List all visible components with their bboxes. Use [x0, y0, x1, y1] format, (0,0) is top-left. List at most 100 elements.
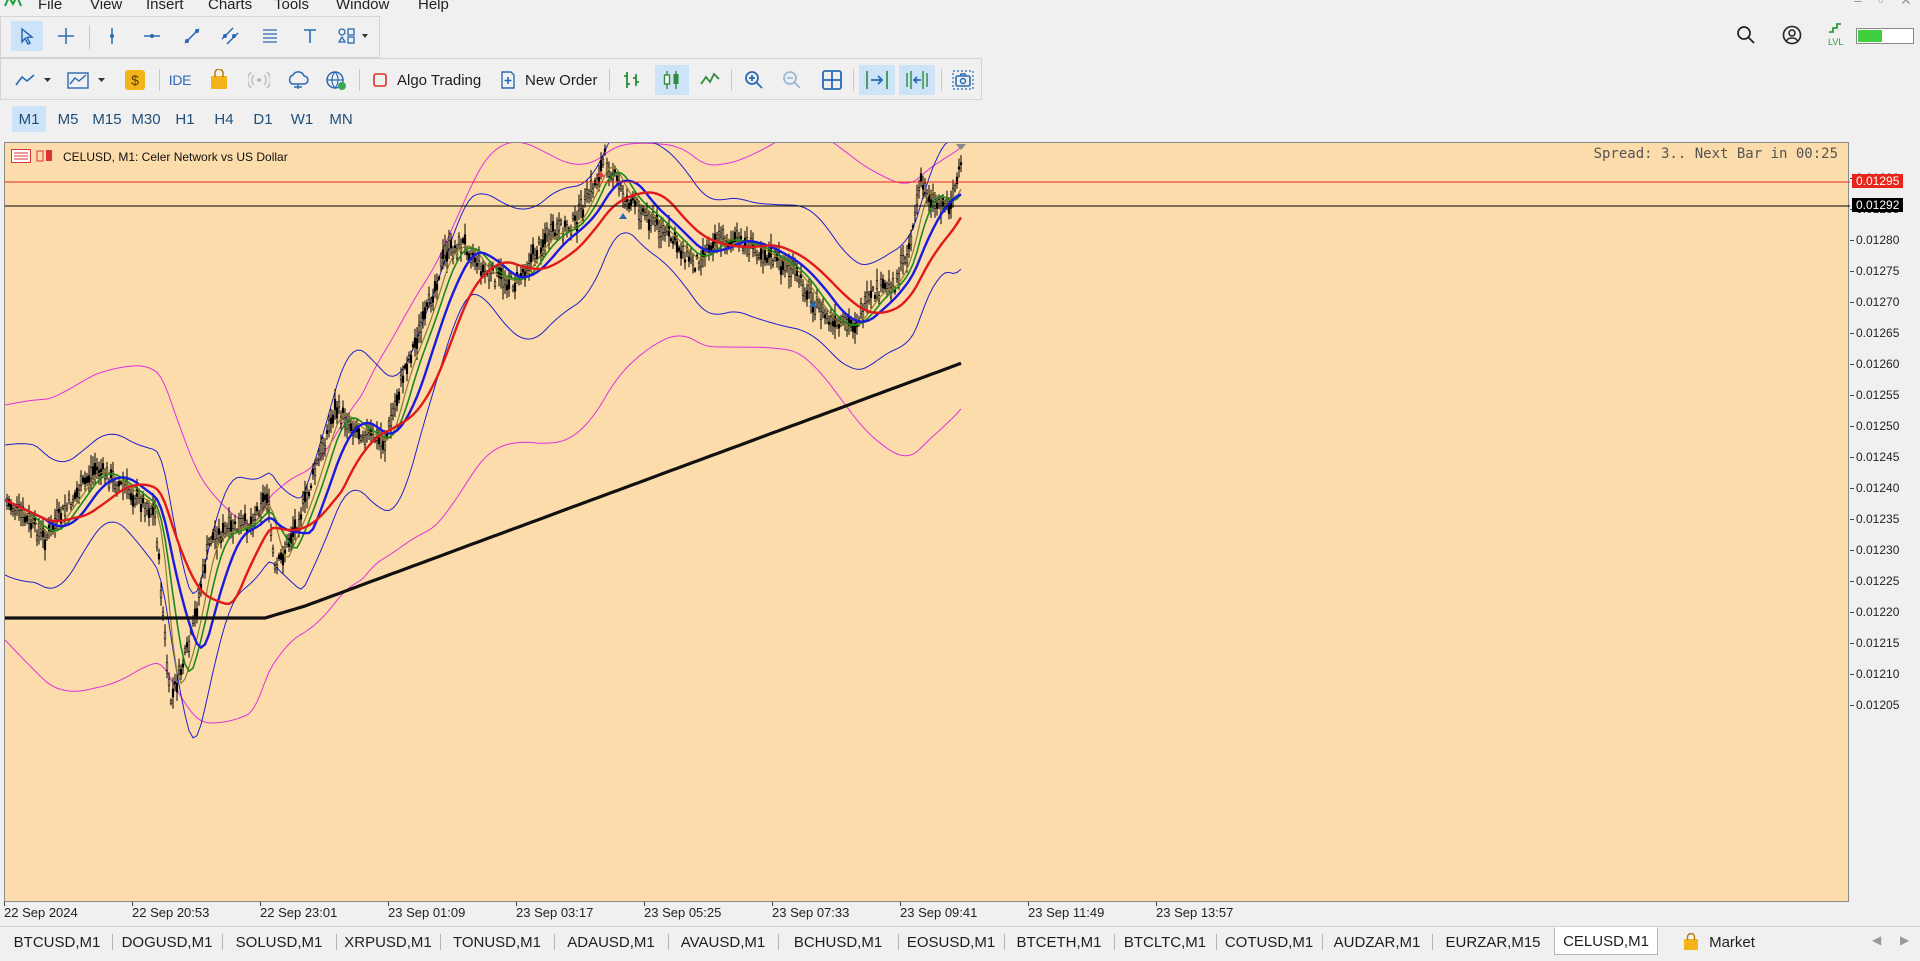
candles — [5, 144, 963, 709]
price-label: 0.01230 — [1856, 543, 1900, 557]
tab-adausd[interactable]: ADAUSD,M1 — [556, 929, 666, 955]
tab-tonusd[interactable]: TONUSD,M1 — [442, 929, 552, 955]
time-axis[interactable]: 22 Sep 2024 22 Sep 20:53 22 Sep 23:01 23 Se… — [4, 902, 1849, 924]
tab-cotusd[interactable]: COTUSD,M1 — [1218, 929, 1320, 955]
text-tool-icon[interactable] — [297, 23, 323, 49]
menu-window[interactable]: Window — [336, 0, 389, 13]
tab-eosusd[interactable]: EOSUSD,M1 — [900, 929, 1002, 955]
autoscroll-icon[interactable] — [859, 65, 895, 95]
chart-type-dropdown-icon[interactable] — [13, 67, 59, 93]
price-tick — [1850, 519, 1854, 520]
cursor-icon[interactable] — [11, 21, 43, 51]
timeframe-mn-button[interactable]: MN — [324, 106, 358, 132]
tile-windows-icon[interactable] — [817, 67, 847, 93]
time-label: 23 Sep 03:17 — [516, 905, 594, 920]
chart-shift-icon[interactable] — [899, 65, 935, 95]
timeframe-m30-button[interactable]: M30 — [129, 106, 163, 132]
menu-tools[interactable]: Tools — [274, 0, 309, 13]
tab-dogusd[interactable]: DOGUSD,M1 — [114, 929, 220, 955]
dollar-icon[interactable]: $ — [121, 67, 149, 93]
chart-menu-icon[interactable] — [11, 149, 31, 163]
bid-price-badge: 0.01292 — [1852, 198, 1904, 212]
timeframe-h1-button[interactable]: H1 — [168, 106, 202, 132]
price-axis[interactable]: 0.012900.012850.012800.012750.012700.012… — [1850, 142, 1920, 902]
market-watch-globe-icon[interactable] — [321, 67, 351, 93]
price-label: 0.01255 — [1856, 388, 1900, 402]
candlestick-chart-icon[interactable] — [655, 65, 689, 95]
tab-btceth[interactable]: BTCETH,M1 — [1006, 929, 1112, 955]
price-label: 0.01275 — [1856, 264, 1900, 278]
market-bag-icon[interactable] — [205, 67, 233, 93]
bar-chart-icon[interactable] — [617, 67, 647, 93]
ma-green — [5, 171, 962, 673]
menu-charts[interactable]: Charts — [208, 0, 252, 13]
chart-shift-marker[interactable] — [956, 144, 966, 150]
time-label: 23 Sep 05:25 — [644, 905, 722, 920]
svg-text:$: $ — [131, 72, 139, 88]
time-label: 23 Sep 11:49 — [1028, 905, 1105, 920]
price-label: 0.01225 — [1856, 574, 1900, 588]
price-tick — [1850, 488, 1854, 489]
horizontal-line-icon[interactable] — [139, 23, 165, 49]
blue-band-upper — [5, 143, 948, 595]
zoom-out-icon[interactable] — [777, 67, 807, 93]
price-tick — [1850, 395, 1854, 396]
signals-icon[interactable] — [245, 67, 273, 93]
search-icon[interactable] — [1736, 25, 1756, 48]
ide-button[interactable]: IDE — [165, 67, 195, 93]
crosshair-icon[interactable] — [53, 23, 79, 49]
menu-bar: File View Insert Charts Tools Window Hel… — [0, 0, 1920, 14]
vertical-line-icon[interactable] — [99, 23, 125, 49]
magenta-band-upper — [5, 143, 962, 525]
vps-cloud-icon[interactable] — [283, 67, 313, 93]
menu-file[interactable]: File — [38, 0, 62, 13]
close-icon[interactable]: ✕ — [1900, 0, 1912, 9]
tab-btcusd[interactable]: BTCUSD,M1 — [4, 929, 110, 955]
zoom-in-icon[interactable] — [739, 67, 769, 93]
tab-eurzar[interactable]: EURZAR,M15 — [1434, 929, 1552, 955]
menu-insert[interactable]: Insert — [146, 0, 184, 13]
account-icon[interactable] — [1782, 25, 1802, 48]
tab-solusd[interactable]: SOLUSD,M1 — [224, 929, 334, 955]
tab-bchusd[interactable]: BCHUSD,M1 — [780, 929, 896, 955]
screenshot-camera-icon[interactable] — [947, 67, 979, 93]
minimize-icon[interactable]: – — [1854, 0, 1862, 8]
tab-celusd[interactable]: CELUSD,M1 — [1554, 927, 1658, 955]
time-label: 22 Sep 2024 — [4, 905, 78, 920]
price-label: 0.01215 — [1856, 636, 1900, 650]
tab-xrpusd[interactable]: XRPUSD,M1 — [338, 929, 438, 955]
timeframe-h4-button[interactable]: H4 — [207, 106, 241, 132]
shapes-dropdown-icon[interactable] — [335, 23, 375, 49]
tab-audzar[interactable]: AUDZAR,M1 — [1324, 929, 1430, 955]
timeframe-m5-button[interactable]: M5 — [51, 106, 85, 132]
menu-help[interactable]: Help — [418, 0, 449, 13]
menu-view[interactable]: View — [90, 0, 122, 13]
chart-candles-icon[interactable] — [35, 149, 55, 163]
fibonacci-icon[interactable] — [257, 23, 283, 49]
chart-window[interactable]: CELUSD, M1: Celer Network vs US Dollar S… — [4, 142, 1850, 903]
ask-price-badge: 0.01295 — [1852, 174, 1904, 188]
price-label: 0.01260 — [1856, 357, 1900, 371]
channel-icon[interactable] — [217, 23, 243, 49]
trendline-icon[interactable] — [179, 23, 205, 49]
price-label: 0.01270 — [1856, 295, 1900, 309]
indicators-dropdown-icon[interactable] — [65, 67, 113, 93]
new-order-button[interactable]: New Order — [497, 67, 603, 93]
restore-icon[interactable]: ▫ — [1878, 0, 1883, 8]
timeframe-d1-button[interactable]: D1 — [246, 106, 280, 132]
tabs-scroll-left-icon[interactable]: ◀ — [1872, 933, 1881, 947]
line-chart-icon[interactable] — [695, 67, 725, 93]
timeframe-w1-button[interactable]: W1 — [285, 106, 319, 132]
tab-market[interactable]: Market — [1664, 929, 1774, 955]
price-tick — [1850, 550, 1854, 551]
tabs-scroll-right-icon[interactable]: ▶ — [1900, 933, 1909, 947]
tab-avausd[interactable]: AVAUSD,M1 — [670, 929, 776, 955]
drawing-toolbar — [0, 16, 380, 58]
timeframe-m15-button[interactable]: M15 — [90, 106, 124, 132]
chart-area[interactable]: CELUSD, M1: Celer Network vs US Dollar S… — [4, 142, 1850, 903]
algo-trading-button[interactable]: Algo Trading — [367, 67, 505, 93]
tab-btcltc[interactable]: BTCLTC,M1 — [1116, 929, 1214, 955]
price-label: 0.01245 — [1856, 450, 1900, 464]
timeframe-m1-button[interactable]: M1 — [12, 106, 46, 132]
price-chart-svg[interactable] — [5, 143, 1850, 903]
